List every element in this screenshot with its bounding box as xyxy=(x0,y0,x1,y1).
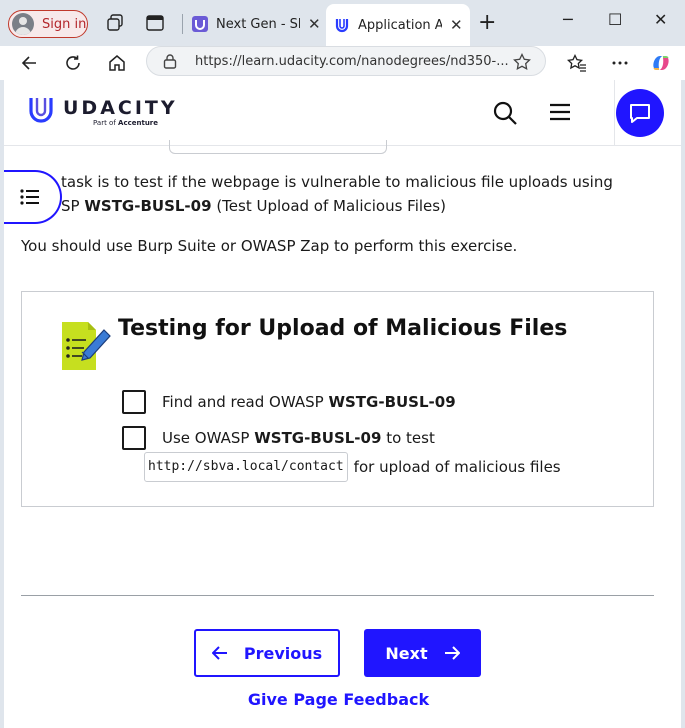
page-viewport: UDACITY Part of Accenture task is to tes… xyxy=(0,80,685,728)
udacity-favicon-icon xyxy=(192,16,208,32)
profile-avatar-icon xyxy=(12,13,34,35)
checklist-item: Find and read OWASP WSTG-BUSL-09 xyxy=(122,390,456,414)
close-window-icon[interactable]: ✕ xyxy=(654,10,667,29)
checklist-item-text-continued: http://sbva.local/contact for upload of … xyxy=(144,452,561,482)
home-icon[interactable] xyxy=(104,50,130,76)
previous-button[interactable]: Previous xyxy=(194,629,340,677)
sign-in-button[interactable]: Sign in xyxy=(8,10,88,38)
header-divider xyxy=(614,80,615,146)
site-header: UDACITY Part of Accenture xyxy=(4,80,681,146)
sign-in-label: Sign in xyxy=(42,16,87,32)
card-title: Testing for Upload of Malicious Files xyxy=(118,316,568,341)
copilot-icon[interactable] xyxy=(648,50,674,76)
back-icon[interactable] xyxy=(16,50,42,76)
intro-line-2: SP WSTG-BUSL-09 (Test Upload of Maliciou… xyxy=(61,197,446,215)
lock-icon[interactable] xyxy=(163,53,177,69)
tool-instruction: You should use Burp Suite or OWASP Zap t… xyxy=(21,237,518,255)
previous-label: Previous xyxy=(243,643,323,663)
logo-text: UDACITY xyxy=(63,97,178,119)
intro-line-1: task is to test if the webpage is vulner… xyxy=(61,173,613,191)
checkbox[interactable] xyxy=(122,426,146,450)
more-options-icon[interactable] xyxy=(607,50,633,76)
target-url-code: http://sbva.local/contact xyxy=(144,452,348,482)
refresh-icon[interactable] xyxy=(60,50,86,76)
udacity-favicon-icon xyxy=(335,19,349,33)
logo-subtitle: Part of Accenture xyxy=(93,119,159,127)
chat-icon xyxy=(630,104,650,123)
udacity-logo-icon[interactable] xyxy=(28,96,54,124)
arrow-left-icon xyxy=(211,646,227,660)
url-text: https://learn.udacity.com/nanodegrees/nd… xyxy=(195,53,509,69)
checklist-item: Use OWASP WSTG-BUSL-09 to test xyxy=(122,426,435,450)
tab-separator xyxy=(182,14,183,34)
url-field[interactable]: https://learn.udacity.com/nanodegrees/nd… xyxy=(146,46,546,76)
favorite-star-icon[interactable] xyxy=(513,53,531,71)
workspaces-icon[interactable] xyxy=(104,12,126,34)
tab-actions-icon[interactable] xyxy=(144,12,166,34)
next-label: Next xyxy=(385,643,428,663)
tab-title: Next Gen - Sha xyxy=(216,16,300,32)
browser-titlebar: Sign in Next Gen - Sha ✕ Application Au … xyxy=(0,0,685,46)
section-divider xyxy=(21,595,654,596)
tab-application-audit[interactable]: Application Au ✕ xyxy=(326,4,470,46)
favorites-icon[interactable] xyxy=(564,50,590,76)
table-of-contents-button[interactable] xyxy=(4,170,62,224)
minimize-icon[interactable]: ─ xyxy=(563,10,573,29)
code-suffix-text: for upload of malicious files xyxy=(353,458,561,476)
tab-title: Application Au xyxy=(358,17,442,33)
hamburger-menu-icon[interactable] xyxy=(549,103,571,121)
tab-next-gen[interactable]: Next Gen - Sha ✕ xyxy=(184,4,324,44)
tab-close-icon[interactable]: ✕ xyxy=(450,16,463,34)
search-icon[interactable] xyxy=(492,100,518,126)
chat-button[interactable] xyxy=(616,89,664,137)
cut-off-element xyxy=(169,140,387,154)
new-tab-icon[interactable]: + xyxy=(478,10,496,35)
tab-close-icon[interactable]: ✕ xyxy=(308,15,321,33)
checkbox[interactable] xyxy=(122,390,146,414)
address-bar-row: https://learn.udacity.com/nanodegrees/nd… xyxy=(0,46,685,78)
checklist-pencil-icon xyxy=(62,322,111,370)
checklist-item-text: Use OWASP WSTG-BUSL-09 to test xyxy=(162,429,435,447)
maximize-icon[interactable]: ☐ xyxy=(608,10,622,29)
list-icon xyxy=(20,189,39,205)
give-feedback-link[interactable]: Give Page Feedback xyxy=(4,690,673,709)
checklist-item-text: Find and read OWASP WSTG-BUSL-09 xyxy=(162,393,456,411)
arrow-right-icon xyxy=(444,646,460,660)
next-button[interactable]: Next xyxy=(364,629,481,677)
